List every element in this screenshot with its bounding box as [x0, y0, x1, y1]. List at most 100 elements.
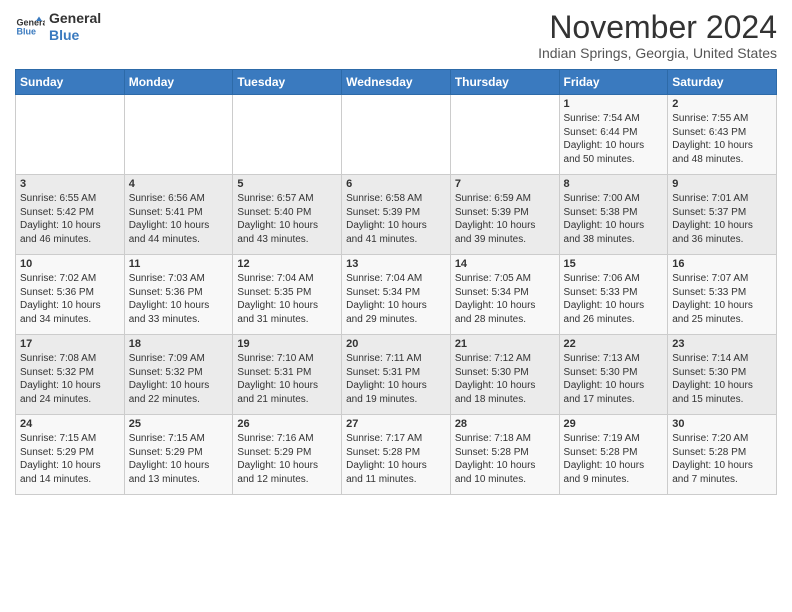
calendar-cell-w1d5: [450, 95, 559, 175]
day-number: 15: [564, 258, 664, 270]
day-info: Sunrise: 7:04 AM Sunset: 5:34 PM Dayligh…: [346, 272, 446, 326]
calendar-week-row-1: 1Sunrise: 7:54 AM Sunset: 6:44 PM Daylig…: [16, 95, 777, 175]
calendar-cell-w1d7: 2Sunrise: 7:55 AM Sunset: 6:43 PM Daylig…: [668, 95, 777, 175]
calendar-cell-w2d2: 4 Sunrise: 6:56 AM Sunset: 5:41 PM Daylig…: [124, 175, 233, 255]
day-number: 23: [672, 338, 772, 350]
svg-text:Blue: Blue: [17, 26, 37, 36]
day-number: 3: [20, 178, 120, 190]
calendar-week-row-2: 3 Sunrise: 6:55 AM Sunset: 5:42 PM Daylig…: [16, 175, 777, 255]
month-title: November 2024: [538, 10, 777, 45]
header-thursday: Thursday: [450, 70, 559, 95]
day-info: Sunrise: 7:05 AM Sunset: 5:34 PM Dayligh…: [455, 272, 555, 326]
header-saturday: Saturday: [668, 70, 777, 95]
calendar-cell-w5d1: 24 Sunrise: 7:15 AM Sunset: 5:29 PM Dayli…: [16, 415, 125, 495]
day-info: Sunrise: 6:56 AM Sunset: 5:41 PM Dayligh…: [129, 192, 229, 246]
day-number: 5: [237, 178, 337, 190]
page: General Blue General Blue November 2024 …: [0, 0, 792, 505]
calendar-cell-w2d1: 3 Sunrise: 6:55 AM Sunset: 5:42 PM Daylig…: [16, 175, 125, 255]
calendar-cell-w2d7: 9 Sunrise: 7:01 AM Sunset: 5:37 PM Daylig…: [668, 175, 777, 255]
day-number: 28: [455, 418, 555, 430]
day-number: 9: [672, 178, 772, 190]
day-info: Sunrise: 6:55 AM Sunset: 5:42 PM Dayligh…: [20, 192, 120, 246]
calendar-cell-w5d6: 29 Sunrise: 7:19 AM Sunset: 5:28 PM Dayli…: [559, 415, 668, 495]
day-info: Sunrise: 7:11 AM Sunset: 5:31 PM Dayligh…: [346, 352, 446, 406]
day-info: Sunrise: 7:12 AM Sunset: 5:30 PM Dayligh…: [455, 352, 555, 406]
day-info: Sunrise: 7:06 AM Sunset: 5:33 PM Dayligh…: [564, 272, 664, 326]
day-number: 13: [346, 258, 446, 270]
day-info: Sunrise: 7:54 AM Sunset: 6:44 PM Dayligh…: [564, 112, 664, 166]
calendar-cell-w3d5: 14Sunrise: 7:05 AM Sunset: 5:34 PM Dayli…: [450, 255, 559, 335]
day-number: 25: [129, 418, 229, 430]
calendar-cell-w5d2: 25 Sunrise: 7:15 AM Sunset: 5:29 PM Dayli…: [124, 415, 233, 495]
calendar-cell-w4d6: 22 Sunrise: 7:13 AM Sunset: 5:30 PM Dayli…: [559, 335, 668, 415]
title-block: November 2024 Indian Springs, Georgia, U…: [538, 10, 777, 61]
day-number: 21: [455, 338, 555, 350]
calendar-cell-w4d2: 18 Sunrise: 7:09 AM Sunset: 5:32 PM Dayli…: [124, 335, 233, 415]
day-info: Sunrise: 7:19 AM Sunset: 5:28 PM Dayligh…: [564, 432, 664, 486]
day-number: 18: [129, 338, 229, 350]
day-info: Sunrise: 6:58 AM Sunset: 5:39 PM Dayligh…: [346, 192, 446, 246]
day-number: 4: [129, 178, 229, 190]
day-number: 2: [672, 98, 772, 110]
calendar-week-row-3: 10 Sunrise: 7:02 AM Sunset: 5:36 PM Dayli…: [16, 255, 777, 335]
day-number: 24: [20, 418, 120, 430]
calendar-cell-w4d5: 21 Sunrise: 7:12 AM Sunset: 5:30 PM Dayli…: [450, 335, 559, 415]
logo-general: General: [49, 10, 101, 26]
day-number: 16: [672, 258, 772, 270]
day-info: Sunrise: 7:20 AM Sunset: 5:28 PM Dayligh…: [672, 432, 772, 486]
logo-icon: General Blue: [15, 12, 45, 42]
day-info: Sunrise: 7:15 AM Sunset: 5:29 PM Dayligh…: [20, 432, 120, 486]
calendar-cell-w3d4: 13 Sunrise: 7:04 AM Sunset: 5:34 PM Dayli…: [342, 255, 451, 335]
day-info: Sunrise: 7:17 AM Sunset: 5:28 PM Dayligh…: [346, 432, 446, 486]
day-number: 8: [564, 178, 664, 190]
day-info: Sunrise: 7:07 AM Sunset: 5:33 PM Dayligh…: [672, 272, 772, 326]
calendar-cell-w5d7: 30 Sunrise: 7:20 AM Sunset: 5:28 PM Dayli…: [668, 415, 777, 495]
calendar-cell-w3d7: 16 Sunrise: 7:07 AM Sunset: 5:33 PM Dayli…: [668, 255, 777, 335]
calendar-cell-w1d1: [16, 95, 125, 175]
calendar-cell-w3d3: 12 Sunrise: 7:04 AM Sunset: 5:35 PM Dayli…: [233, 255, 342, 335]
day-info: Sunrise: 7:10 AM Sunset: 5:31 PM Dayligh…: [237, 352, 337, 406]
calendar-cell-w1d4: [342, 95, 451, 175]
calendar-cell-w5d4: 27Sunrise: 7:17 AM Sunset: 5:28 PM Dayli…: [342, 415, 451, 495]
calendar-cell-w3d2: 11Sunrise: 7:03 AM Sunset: 5:36 PM Dayli…: [124, 255, 233, 335]
day-info: Sunrise: 6:57 AM Sunset: 5:40 PM Dayligh…: [237, 192, 337, 246]
day-number: 6: [346, 178, 446, 190]
day-info: Sunrise: 7:09 AM Sunset: 5:32 PM Dayligh…: [129, 352, 229, 406]
day-number: 17: [20, 338, 120, 350]
weekday-header-row: Sunday Monday Tuesday Wednesday Thursday…: [16, 70, 777, 95]
day-number: 30: [672, 418, 772, 430]
day-info: Sunrise: 7:01 AM Sunset: 5:37 PM Dayligh…: [672, 192, 772, 246]
day-number: 12: [237, 258, 337, 270]
logo: General Blue General Blue: [15, 10, 101, 44]
day-info: Sunrise: 7:00 AM Sunset: 5:38 PM Dayligh…: [564, 192, 664, 246]
day-number: 10: [20, 258, 120, 270]
calendar-cell-w2d5: 7Sunrise: 6:59 AM Sunset: 5:39 PM Daylig…: [450, 175, 559, 255]
day-info: Sunrise: 7:08 AM Sunset: 5:32 PM Dayligh…: [20, 352, 120, 406]
day-number: 19: [237, 338, 337, 350]
header-wednesday: Wednesday: [342, 70, 451, 95]
day-number: 22: [564, 338, 664, 350]
header-friday: Friday: [559, 70, 668, 95]
logo-text: General Blue: [49, 10, 101, 44]
header-tuesday: Tuesday: [233, 70, 342, 95]
day-number: 26: [237, 418, 337, 430]
calendar-cell-w4d7: 23 Sunrise: 7:14 AM Sunset: 5:30 PM Dayli…: [668, 335, 777, 415]
day-info: Sunrise: 7:14 AM Sunset: 5:30 PM Dayligh…: [672, 352, 772, 406]
day-info: Sunrise: 7:02 AM Sunset: 5:36 PM Dayligh…: [20, 272, 120, 326]
calendar-cell-w1d6: 1Sunrise: 7:54 AM Sunset: 6:44 PM Daylig…: [559, 95, 668, 175]
calendar-cell-w2d3: 5 Sunrise: 6:57 AM Sunset: 5:40 PM Daylig…: [233, 175, 342, 255]
calendar-cell-w3d1: 10 Sunrise: 7:02 AM Sunset: 5:36 PM Dayli…: [16, 255, 125, 335]
calendar-cell-w1d2: [124, 95, 233, 175]
header-sunday: Sunday: [16, 70, 125, 95]
day-number: 29: [564, 418, 664, 430]
day-info: Sunrise: 7:18 AM Sunset: 5:28 PM Dayligh…: [455, 432, 555, 486]
logo-blue: Blue: [49, 27, 79, 43]
day-info: Sunrise: 7:15 AM Sunset: 5:29 PM Dayligh…: [129, 432, 229, 486]
calendar-cell-w1d3: [233, 95, 342, 175]
day-info: Sunrise: 7:16 AM Sunset: 5:29 PM Dayligh…: [237, 432, 337, 486]
calendar-week-row-5: 24 Sunrise: 7:15 AM Sunset: 5:29 PM Dayli…: [16, 415, 777, 495]
day-info: Sunrise: 7:13 AM Sunset: 5:30 PM Dayligh…: [564, 352, 664, 406]
calendar-cell-w4d3: 19 Sunrise: 7:10 AM Sunset: 5:31 PM Dayli…: [233, 335, 342, 415]
day-number: 11: [129, 258, 229, 270]
day-info: Sunrise: 7:04 AM Sunset: 5:35 PM Dayligh…: [237, 272, 337, 326]
